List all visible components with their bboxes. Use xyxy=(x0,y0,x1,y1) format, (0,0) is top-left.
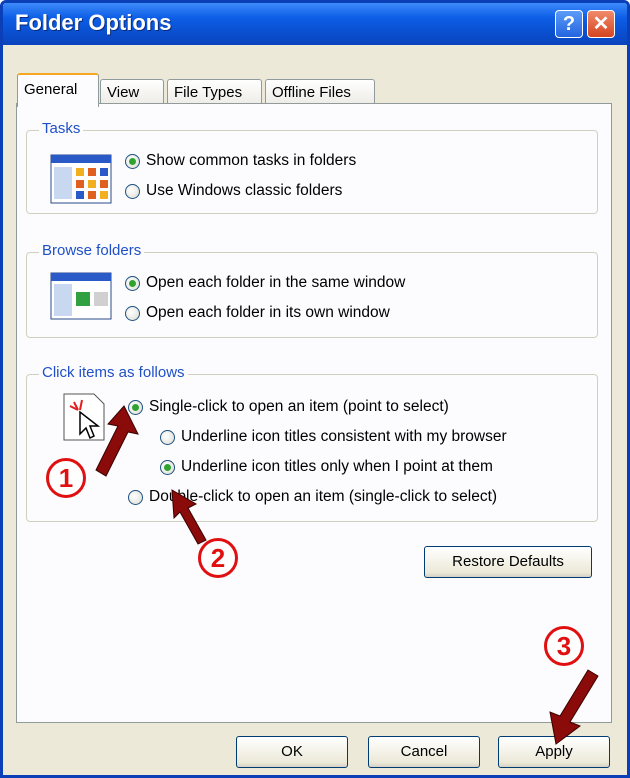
classic-folders-label: Use Windows classic folders xyxy=(146,182,343,199)
tab-view[interactable]: View xyxy=(100,79,164,105)
ok-button[interactable]: OK xyxy=(236,736,348,768)
underline-point-option[interactable]: Underline icon titles only when I point … xyxy=(160,458,493,476)
annotation-badge-2: 2 xyxy=(198,538,238,578)
show-common-tasks-option[interactable]: Show common tasks in folders xyxy=(125,152,356,170)
tasks-group-label: Tasks xyxy=(39,120,84,137)
radio-unchecked[interactable] xyxy=(160,429,175,445)
radio-checked[interactable] xyxy=(125,153,140,169)
radio-checked[interactable] xyxy=(160,459,175,475)
title-bar[interactable]: Folder Options ? ✕ xyxy=(3,3,627,45)
tab-file-types[interactable]: File Types xyxy=(167,79,262,105)
own-window-option[interactable]: Open each folder in its own window xyxy=(125,304,390,322)
single-click-label: Single-click to open an item (point to s… xyxy=(149,398,449,415)
classic-folders-option[interactable]: Use Windows classic folders xyxy=(125,182,342,200)
show-common-tasks-label: Show common tasks in folders xyxy=(146,152,357,169)
annotation-badge-3: 3 xyxy=(544,626,584,666)
cancel-button[interactable]: Cancel xyxy=(368,736,480,768)
browse-window-icon xyxy=(50,272,112,320)
click-items-group-label: Click items as follows xyxy=(39,364,188,381)
annotation-arrow-3 xyxy=(549,669,599,745)
help-button[interactable]: ? xyxy=(555,10,583,38)
browse-folders-group-label: Browse folders xyxy=(39,242,145,259)
annotation-arrow-2 xyxy=(171,489,207,545)
underline-point-label: Underline icon titles only when I point … xyxy=(181,458,493,475)
close-button[interactable]: ✕ xyxy=(587,10,615,38)
radio-unchecked[interactable] xyxy=(125,305,140,321)
tab-offline-files[interactable]: Offline Files xyxy=(265,79,375,105)
radio-checked[interactable] xyxy=(125,275,140,291)
same-window-option[interactable]: Open each folder in the same window xyxy=(125,274,405,292)
window-title: Folder Options xyxy=(15,10,172,35)
tasks-view-icon xyxy=(50,154,112,204)
underline-browser-label: Underline icon titles consistent with my… xyxy=(181,428,507,445)
restore-defaults-button[interactable]: Restore Defaults xyxy=(424,546,592,578)
underline-browser-option[interactable]: Underline icon titles consistent with my… xyxy=(160,428,507,446)
own-window-label: Open each folder in its own window xyxy=(146,304,390,321)
annotation-arrow-1 xyxy=(95,405,139,477)
radio-unchecked[interactable] xyxy=(125,183,140,199)
radio-unchecked[interactable] xyxy=(128,489,143,505)
same-window-label: Open each folder in the same window xyxy=(146,274,406,291)
tab-general[interactable]: General xyxy=(17,73,99,107)
single-click-option[interactable]: Single-click to open an item (point to s… xyxy=(128,398,449,416)
annotation-badge-1: 1 xyxy=(46,458,86,498)
